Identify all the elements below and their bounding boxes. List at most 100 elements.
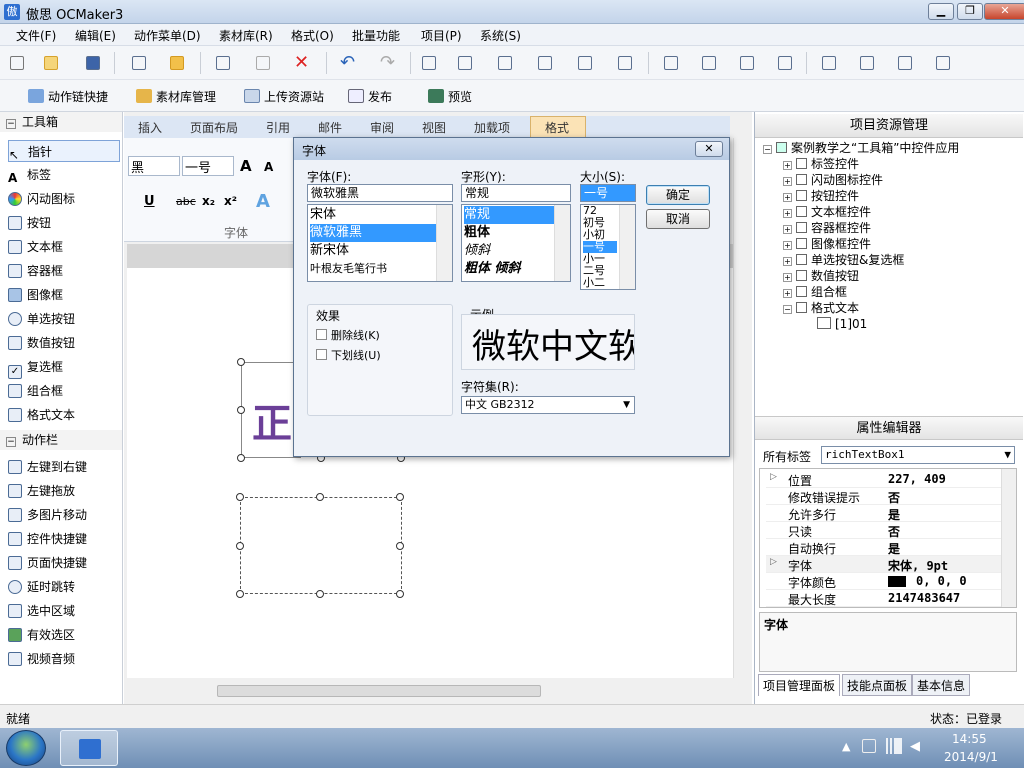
font-name-input[interactable]: 微软雅黑 (307, 184, 453, 202)
tab-project-panel[interactable]: 项目管理面板 (758, 674, 841, 696)
action-control-shortcut[interactable]: 控件快捷键 (8, 528, 120, 550)
scroll-thumb[interactable] (217, 685, 541, 697)
clock-date[interactable]: 2014/9/1 (944, 750, 998, 764)
menu-format[interactable]: 格式(O) (291, 27, 334, 44)
property-scrollbar[interactable] (1001, 469, 1016, 607)
clock-time[interactable]: 14:55 (952, 732, 987, 746)
expand-icon[interactable]: + (783, 225, 792, 234)
volume-icon[interactable]: ◀ (910, 739, 920, 754)
tab-skill-panel[interactable]: 技能点面板 (842, 674, 913, 696)
size-list-scrollbar[interactable] (619, 205, 635, 289)
expand-icon[interactable]: + (783, 177, 792, 186)
font-size-input[interactable]: 一号 (580, 184, 636, 202)
font-name-list[interactable]: 宋体 微软雅黑 新宋体 叶根友毛笔行书 (307, 204, 453, 282)
align-left-icon[interactable] (420, 54, 438, 72)
action-delay-jump[interactable]: 延时跳转 (8, 576, 120, 598)
align-middle-icon[interactable] (576, 54, 594, 72)
tool-combo[interactable]: 组合框 (8, 380, 120, 402)
action-select-region[interactable]: 选中区域 (8, 600, 120, 622)
list-item[interactable]: 宋体 (310, 206, 336, 224)
action-chain-button[interactable]: 动作链快捷 (28, 88, 108, 105)
prop-row-wordwrap[interactable]: 自动换行是 (766, 539, 1012, 556)
close-button[interactable]: ✕ (984, 3, 1024, 20)
tool-textbox[interactable]: 文本框 (8, 236, 120, 258)
tool-button[interactable]: 按钮 (8, 212, 120, 234)
list-item[interactable]: 新宋体 (310, 242, 349, 260)
tree-item[interactable]: + 单选按钮&复选框 (783, 252, 904, 268)
tool-flash-icon[interactable]: 闪动图标 (8, 188, 120, 210)
tree-item[interactable]: + 容器框控件 (783, 220, 871, 236)
align-bottom-icon[interactable] (616, 54, 634, 72)
tray-device-icon[interactable] (862, 739, 876, 753)
space-v-icon[interactable] (858, 54, 876, 72)
list-item[interactable]: 粗体 (464, 224, 490, 242)
list-item[interactable]: 微软雅黑 (310, 224, 436, 242)
checkbox-icon[interactable] (316, 349, 327, 360)
tree-item[interactable]: + 文本框控件 (783, 204, 871, 220)
tree-item[interactable]: + 标签控件 (783, 156, 859, 172)
subscript-button[interactable]: x₂ (202, 194, 215, 208)
list-item[interactable]: 小二 (583, 277, 605, 289)
canvas-horizontal-scrollbar[interactable] (127, 682, 733, 700)
prop-row-multiline[interactable]: 允许多行是 (766, 505, 1012, 522)
space-v-even-icon[interactable] (896, 54, 914, 72)
copy-icon[interactable] (214, 54, 232, 72)
menu-batch[interactable]: 批量功能 (352, 27, 400, 44)
tree-item[interactable]: + 按钮控件 (783, 188, 859, 204)
tool-richtext[interactable]: 格式文本 (8, 404, 120, 426)
save-icon[interactable] (84, 54, 102, 72)
style-list-scrollbar[interactable] (554, 205, 570, 281)
start-button[interactable] (6, 730, 46, 766)
space-h-icon[interactable] (700, 54, 718, 72)
underline-checkbox[interactable]: 下划线(U) (316, 347, 381, 363)
ok-button[interactable]: 确定 (646, 185, 710, 205)
align-top-icon[interactable] (536, 54, 554, 72)
tool-radio[interactable]: 单选按钮 (8, 308, 120, 330)
expand-icon[interactable]: + (783, 241, 792, 250)
resize-handle[interactable] (396, 493, 404, 501)
collapse-icon[interactable]: − (783, 305, 792, 314)
tool-label[interactable]: A 标签 (8, 164, 120, 186)
action-section-header[interactable]: − 动作栏 (0, 430, 122, 450)
tab-mail[interactable]: 邮件 (318, 119, 342, 136)
tab-basic-info[interactable]: 基本信息 (912, 674, 971, 696)
space-v-remove-icon[interactable] (934, 54, 952, 72)
tab-format[interactable]: 格式 (530, 116, 586, 138)
maximize-button[interactable]: ❐ (957, 3, 983, 20)
tray-up-icon[interactable]: ▲ (842, 740, 850, 753)
tree-item[interactable]: + 数值按钮 (783, 268, 859, 284)
resize-handle[interactable] (396, 542, 404, 550)
dialog-close-button[interactable]: ✕ (695, 141, 723, 157)
action-video-audio[interactable]: 视频音频 (8, 648, 120, 670)
strikethrough-checkbox[interactable]: 删除线(K) (316, 327, 380, 343)
expand-icon[interactable]: ▷ (770, 557, 777, 567)
action-left-to-right[interactable]: 左键到右键 (8, 456, 120, 478)
color-swatch[interactable] (888, 576, 906, 587)
publish-button[interactable]: 发布 (348, 88, 392, 105)
richtext-control[interactable]: 正 (241, 362, 301, 458)
resize-handle[interactable] (236, 493, 244, 501)
prop-row-font-color[interactable]: 字体颜色 0, 0, 0 (766, 573, 1012, 590)
library-manage-button[interactable]: 素材库管理 (136, 88, 216, 105)
network-icon[interactable] (886, 738, 902, 754)
properties-icon[interactable] (130, 54, 148, 72)
action-page-shortcut[interactable]: 页面快捷键 (8, 552, 120, 574)
tool-numeric[interactable]: 数值按钮 (8, 332, 120, 354)
font-style-list[interactable]: 常规 粗体 倾斜 粗体 倾斜 (461, 204, 571, 282)
tool-container[interactable]: 容器框 (8, 260, 120, 282)
tool-checkbox[interactable]: ✓ 复选框 (8, 356, 120, 379)
tree-root[interactable]: − 案例教学之“工具箱”中控件应用 (763, 140, 959, 156)
checkbox-icon[interactable] (316, 329, 327, 340)
cancel-button[interactable]: 取消 (646, 209, 710, 229)
resize-handle[interactable] (236, 542, 244, 550)
tree-item[interactable]: + 图像框控件 (783, 236, 871, 252)
underline-button[interactable]: U (144, 194, 155, 209)
charset-select[interactable]: 中文 GB2312 ▼ (461, 396, 635, 414)
align-center-icon[interactable] (456, 54, 474, 72)
grow-font-button[interactable]: A (240, 157, 252, 175)
object-selector[interactable]: richTextBox1 ▼ (821, 446, 1015, 464)
font-style-input[interactable]: 常规 (461, 184, 571, 202)
tree-item[interactable]: + 组合框 (783, 284, 847, 300)
resize-handle[interactable] (237, 358, 245, 366)
menu-project[interactable]: 项目(P) (421, 27, 462, 44)
